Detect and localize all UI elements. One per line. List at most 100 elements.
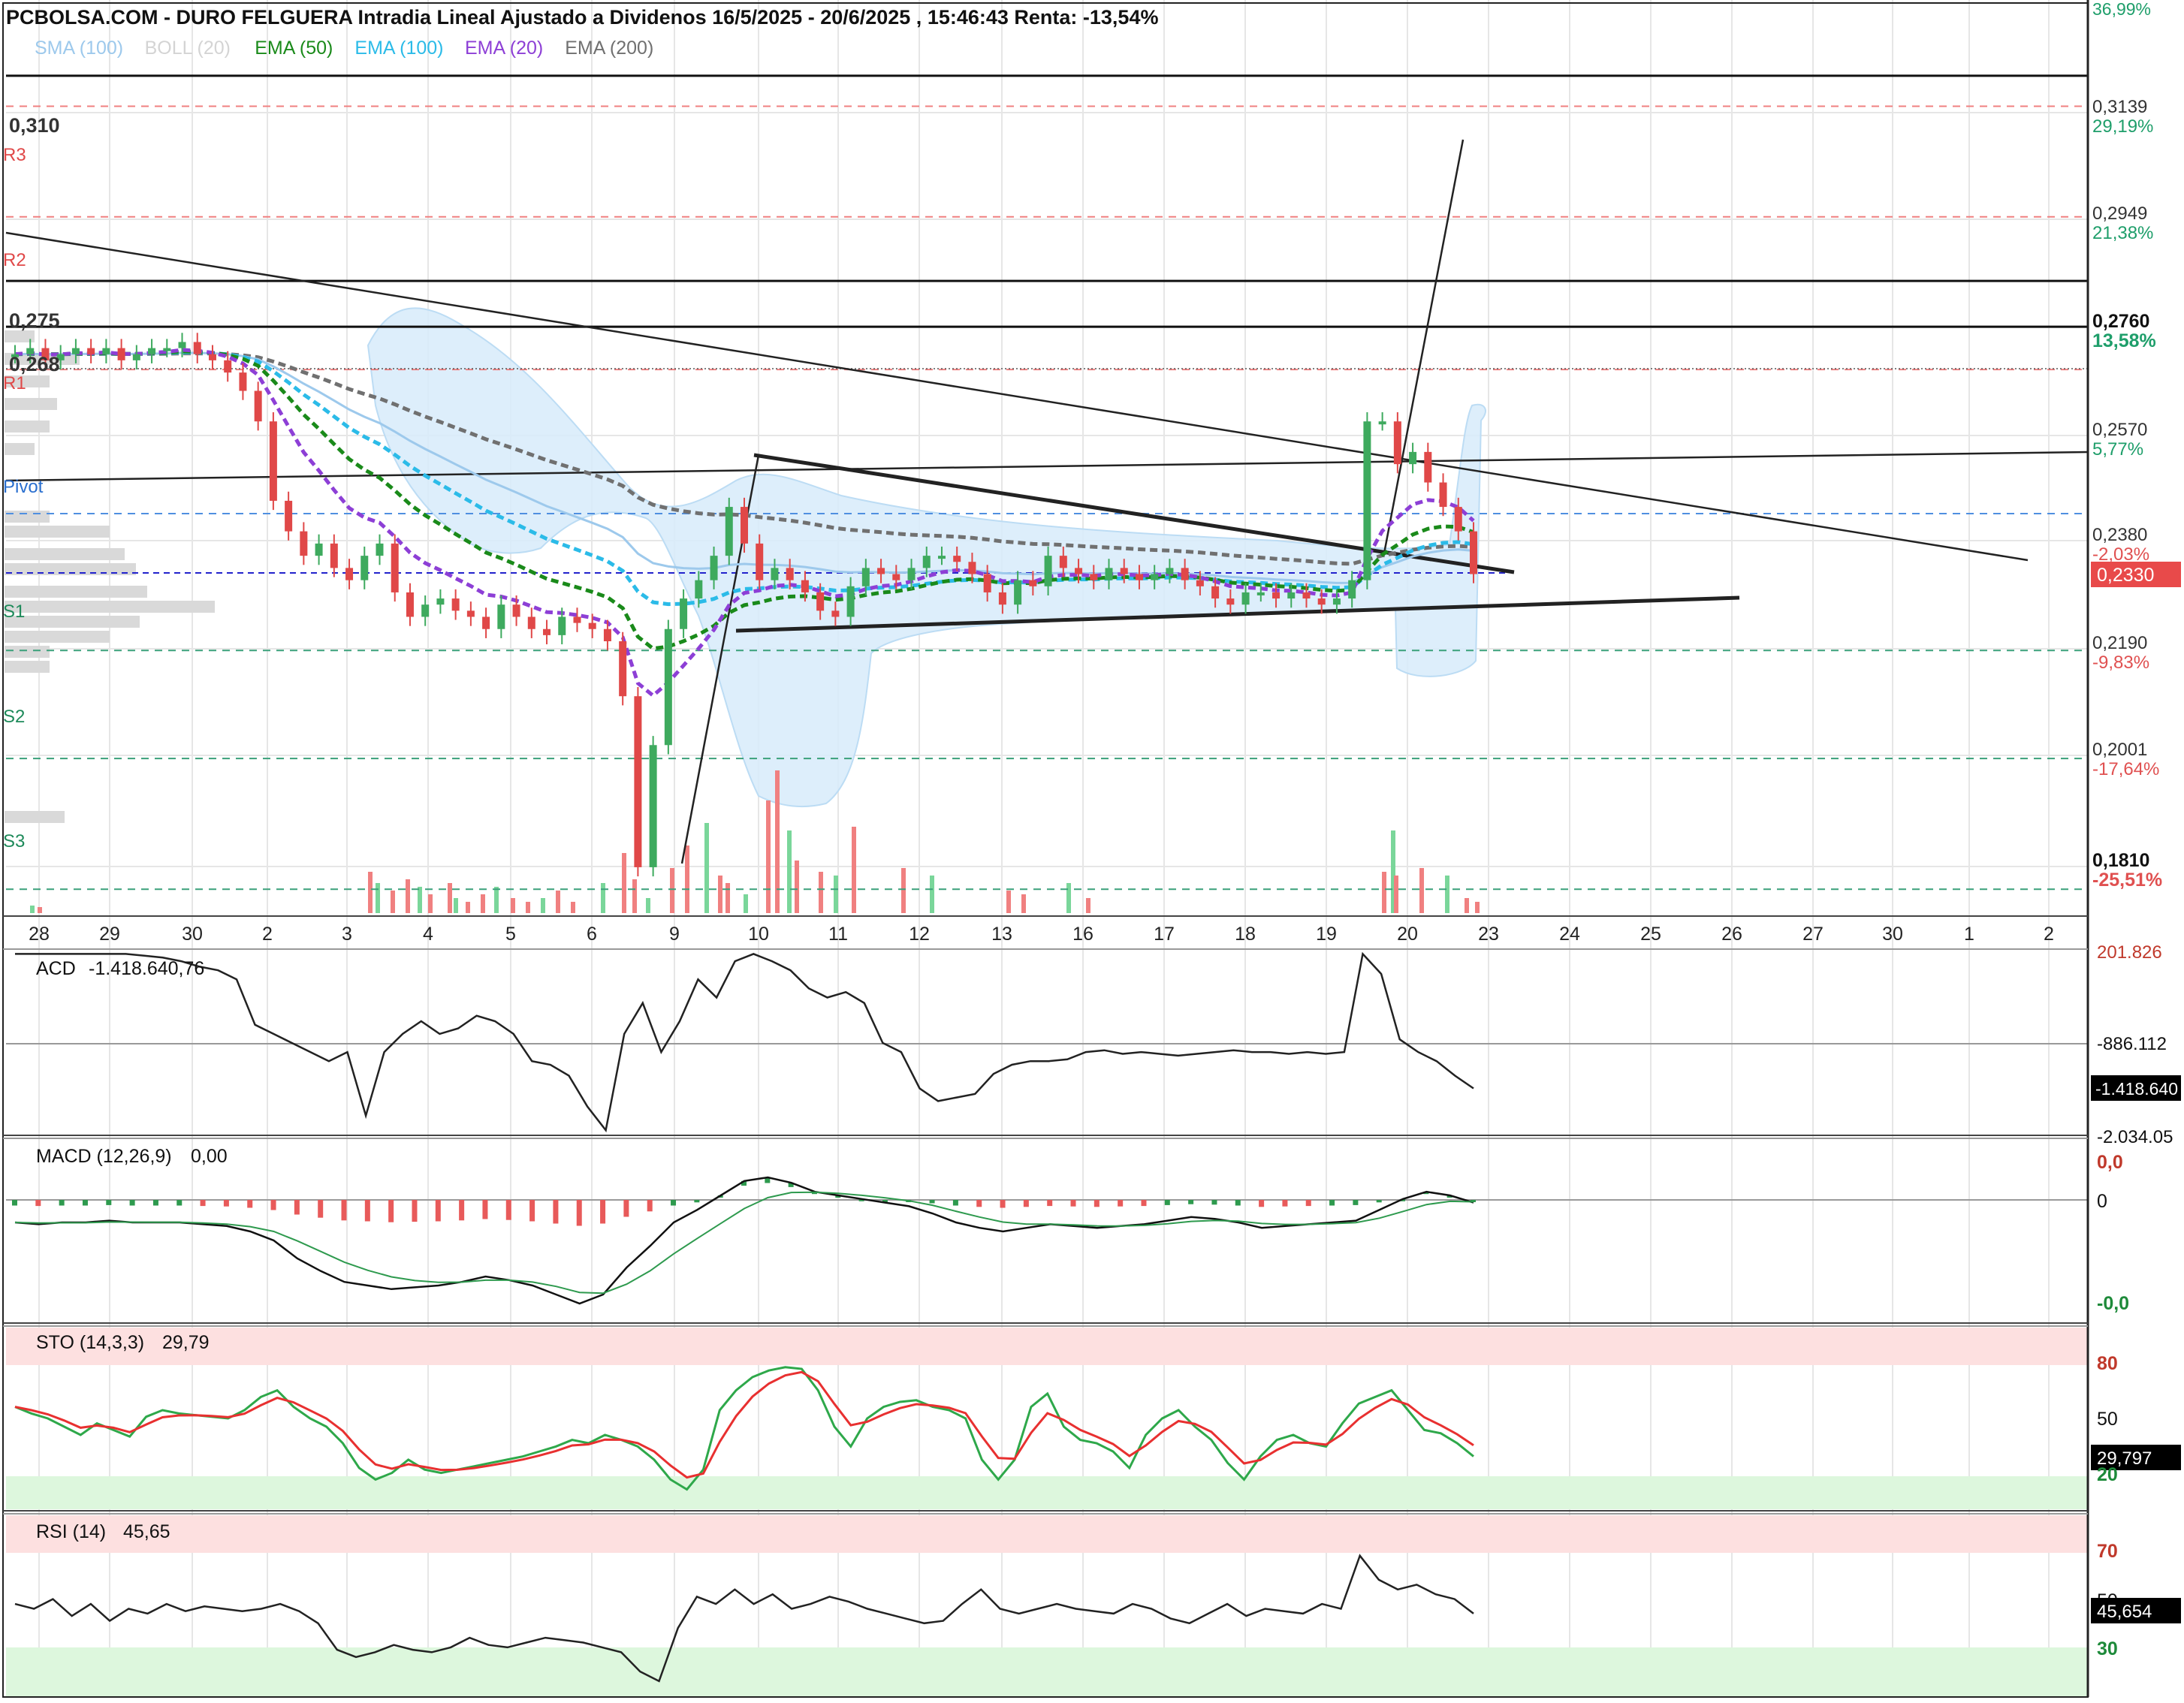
macd-histogram-bar <box>600 1200 606 1224</box>
candle-body <box>148 348 156 354</box>
legend-item: EMA (50) <box>255 38 333 59</box>
candle-body <box>1378 421 1386 425</box>
axis-pct: -9,83% <box>2092 653 2149 673</box>
sto-axis-20: 20 <box>2097 1464 2118 1485</box>
macd-axis-mid: 0 <box>2097 1191 2107 1212</box>
candle-body <box>376 543 384 556</box>
candle-body <box>831 610 840 617</box>
candle-body <box>786 568 794 580</box>
x-axis-label: 2 <box>2044 924 2054 945</box>
volume-bar <box>795 861 799 913</box>
volume-bar <box>1066 883 1071 913</box>
volume-bar <box>834 876 838 913</box>
axis-pct: 21,38% <box>2092 223 2153 243</box>
x-axis-label: 29 <box>99 924 120 945</box>
x-axis-label: 24 <box>1559 924 1580 945</box>
candle-body <box>330 543 338 568</box>
candle-body <box>1151 574 1159 580</box>
candle-body <box>680 598 688 629</box>
candle-body <box>1302 592 1311 599</box>
macd-histogram-bar <box>1023 1200 1029 1207</box>
level-label-0268: 0,268 <box>9 353 60 375</box>
candle-body <box>208 354 216 360</box>
candle-body <box>1120 568 1128 574</box>
macd-histogram-bar <box>1000 1200 1006 1208</box>
candle-body <box>285 500 293 532</box>
candle-body <box>1424 451 1432 483</box>
acd-axis-mid: -886.112 <box>2097 1034 2167 1054</box>
macd-histogram-bar <box>976 1200 982 1207</box>
macd-histogram-bar <box>647 1200 653 1212</box>
x-axis-label: 10 <box>748 924 769 945</box>
axis-price: 0,2380 <box>2092 525 2147 545</box>
volume-bar <box>704 823 709 913</box>
sto-axis-50: 50 <box>2097 1409 2118 1430</box>
candle-body <box>1241 592 1250 605</box>
macd-histogram-bar <box>671 1200 677 1206</box>
macd-histogram-bar <box>176 1200 183 1206</box>
sto-title: STO (14,3,3) <box>36 1332 144 1353</box>
rsi-value: 45,65 <box>123 1521 170 1542</box>
candle-body <box>1014 580 1022 605</box>
macd-histogram-bar <box>1211 1200 1217 1205</box>
volume-profile-bar <box>5 443 35 455</box>
macd-histogram-bar <box>12 1200 17 1206</box>
candle-body <box>603 628 611 641</box>
macd-histogram-bar <box>364 1200 370 1222</box>
candle-body <box>451 598 460 611</box>
volume-bar <box>571 902 575 913</box>
level-label-0310: 0,310 <box>9 114 60 137</box>
macd-histogram-bar <box>341 1200 347 1221</box>
macd-value: 0,00 <box>191 1146 228 1167</box>
candle-body <box>877 568 885 574</box>
chart-title: PCBOLSA.COM - DURO FELGUERA Intradia Lin… <box>6 6 1158 29</box>
candle-body <box>1348 580 1356 599</box>
candle-body <box>1166 568 1174 574</box>
candle-body <box>1029 580 1037 586</box>
volume-bar <box>775 770 780 913</box>
volume-profile-bar <box>5 511 50 523</box>
x-axis-label: 23 <box>1478 924 1499 945</box>
candle-body <box>193 342 201 354</box>
r1-label: R1 <box>3 373 26 393</box>
candle-body <box>1090 574 1098 580</box>
r2-label: R2 <box>3 250 26 270</box>
candle-body <box>300 531 308 556</box>
acd-title: ACD <box>36 958 76 979</box>
volume-bar <box>670 868 674 913</box>
candle-body <box>391 543 399 592</box>
macd-histogram-bar <box>1353 1200 1359 1205</box>
candle-body <box>953 556 961 562</box>
axis-pct: -2,03% <box>2092 544 2149 565</box>
axis-price: 0,2760 <box>2092 311 2149 332</box>
candle-body <box>543 628 551 635</box>
volume-bar <box>526 902 530 913</box>
x-axis-label: 13 <box>991 924 1012 945</box>
macd-histogram-bar <box>459 1200 465 1221</box>
rsi-title: RSI (14) <box>36 1521 106 1542</box>
candle-body <box>968 562 976 574</box>
volume-profile-bar <box>5 398 57 410</box>
x-axis-label: 5 <box>505 924 516 945</box>
candle-body <box>1470 531 1477 574</box>
macd-histogram-bar <box>1047 1200 1053 1207</box>
macd-histogram-bar <box>1164 1200 1170 1205</box>
macd-histogram-bar <box>1282 1200 1288 1207</box>
candle-body <box>466 610 475 617</box>
x-axis-label: 2 <box>262 924 273 945</box>
x-axis-label: 4 <box>423 924 433 945</box>
candle-body <box>269 421 277 501</box>
macd-histogram-bar <box>1235 1200 1241 1206</box>
volume-bar <box>852 827 856 913</box>
rsi-axis-current: 45,654 <box>2097 1602 2152 1622</box>
candle-body <box>937 556 946 559</box>
acd-value: -1.418.640,76 <box>89 958 204 979</box>
candle-body <box>71 348 80 354</box>
axis-price: 0,3139 <box>2092 97 2147 117</box>
x-axis-label: 16 <box>1072 924 1094 945</box>
candle-body <box>512 604 520 617</box>
macd-histogram-bar <box>553 1200 559 1224</box>
current-price-label: 0,2330 <box>2097 565 2154 586</box>
candle-body <box>725 507 733 556</box>
volume-bar <box>1465 898 1469 913</box>
